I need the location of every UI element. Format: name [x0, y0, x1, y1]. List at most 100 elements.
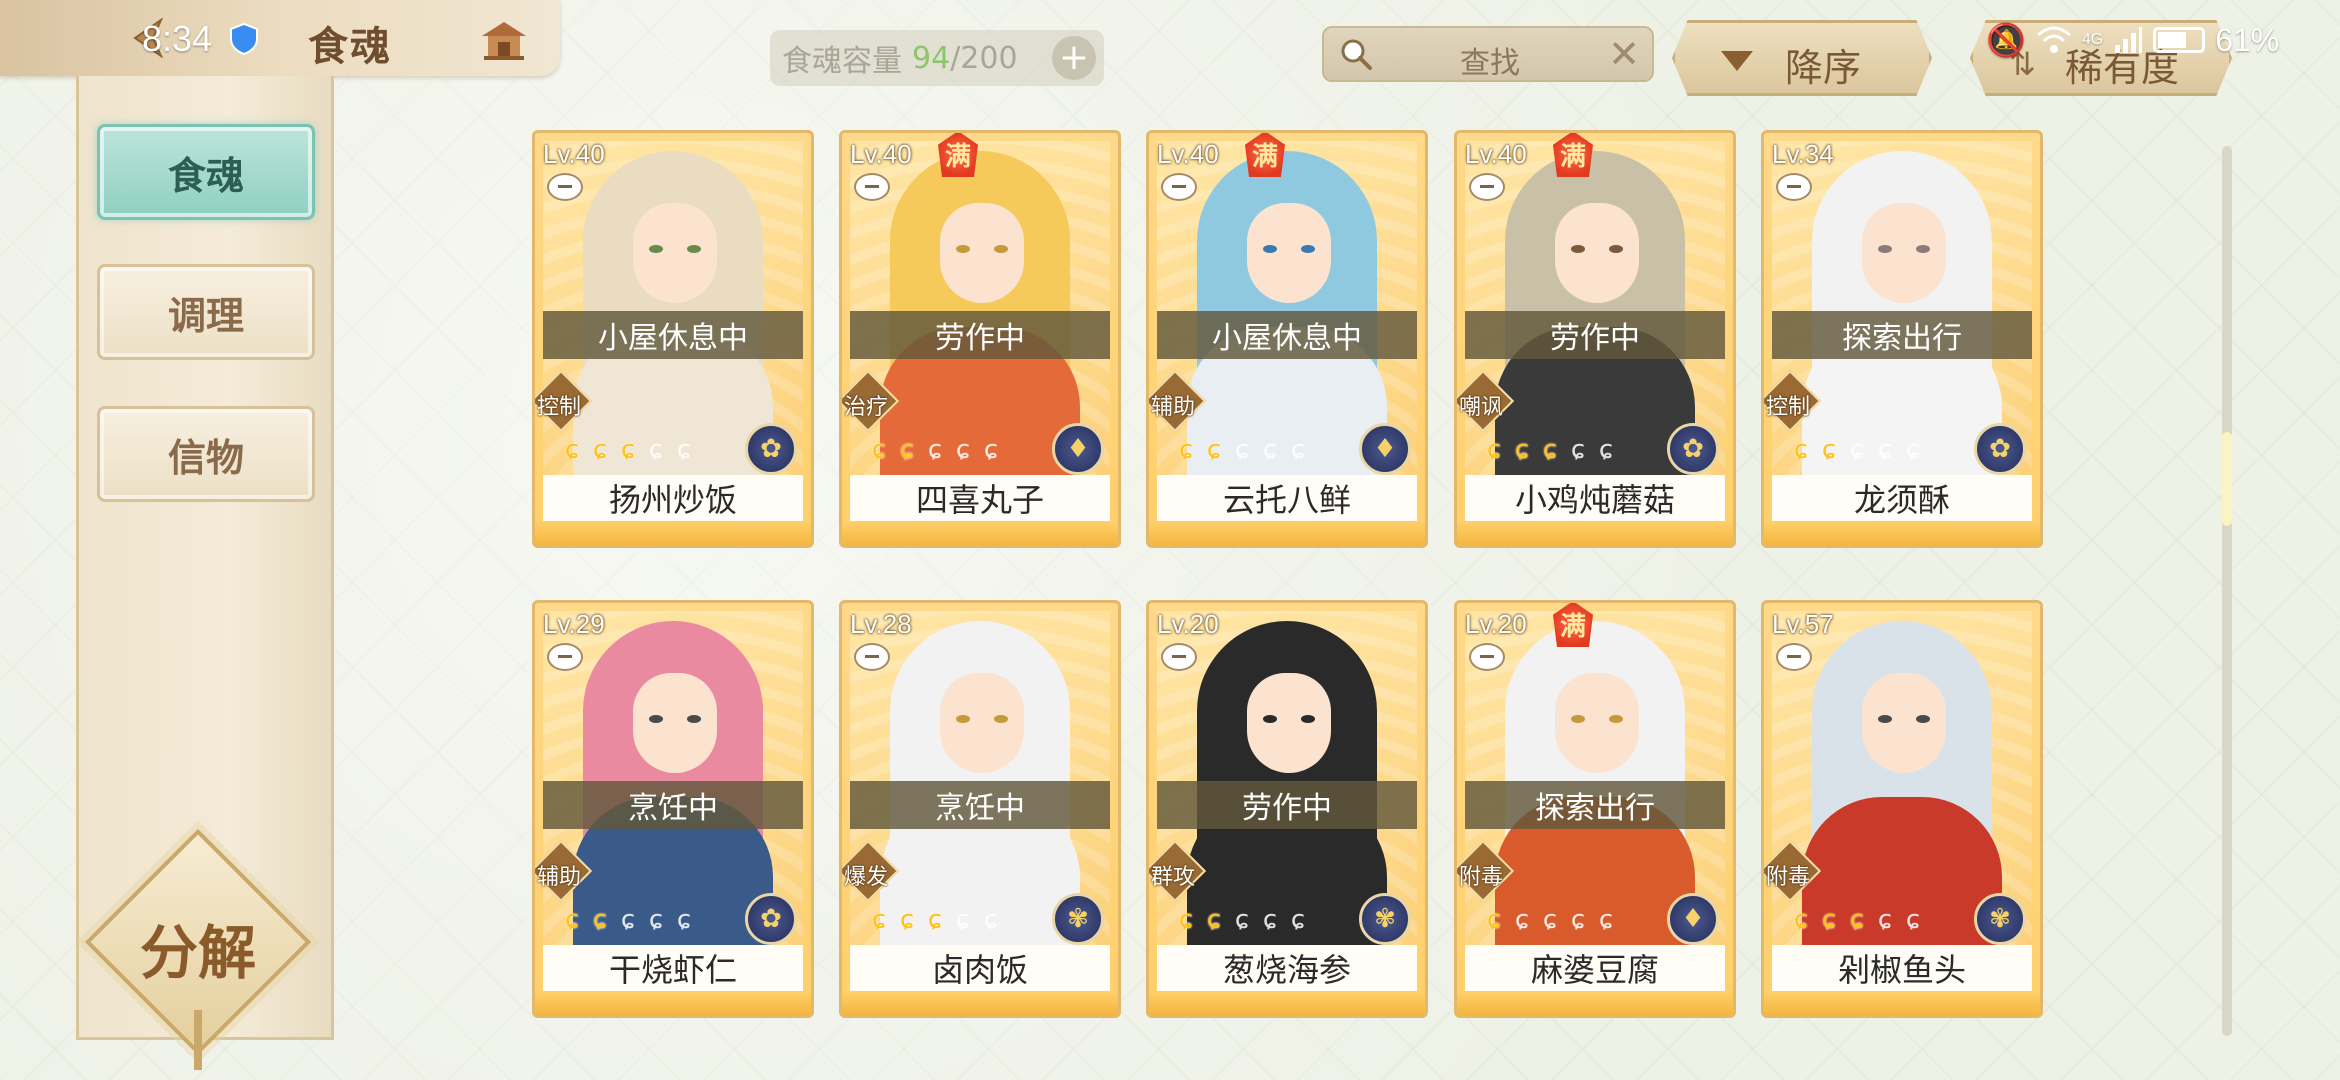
food-soul-name: 扬州炒饭: [543, 475, 803, 521]
rank-flame-icon: ɕ: [1905, 435, 1921, 465]
rank-flame-icon: ɕ: [1905, 905, 1921, 935]
rank-flame-icon: ɕ: [927, 435, 943, 465]
card-footer: [1149, 991, 1425, 1015]
food-soul-name: 小鸡炖蘑菇: [1465, 475, 1725, 521]
scroll-thumb[interactable]: [2222, 432, 2232, 526]
card-footer: [1764, 521, 2040, 545]
rank-flame-icon: ɕ: [1542, 905, 1558, 935]
tab-conditioning[interactable]: 调理: [97, 264, 315, 360]
character-face: [1862, 203, 1946, 303]
nightshade-element-icon: ✿: [1974, 423, 2026, 475]
character-eye: [1916, 245, 1930, 253]
rank-flame-icon: ɕ: [620, 435, 636, 465]
rank-flame-icon: ɕ: [1290, 435, 1306, 465]
sort-label: 降序: [1785, 46, 1862, 90]
card-footer: [842, 991, 1118, 1015]
rank-flames: ɕɕɕɕɕ: [559, 435, 697, 465]
bowl-icon: [547, 173, 583, 201]
max-level-badge: 满: [1553, 603, 1593, 647]
capacity-label: 食魂容量: [782, 44, 902, 79]
character-face: [940, 203, 1024, 303]
rank-flames: ɕɕɕɕɕ: [1788, 435, 1926, 465]
activity-status: 小屋休息中: [543, 311, 803, 359]
rank-flame-icon: ɕ: [676, 905, 692, 935]
battery-icon: [2153, 27, 2206, 53]
food-soul-card[interactable]: Lv.40 满劳作中 治疗 ɕ ɕ ɕ ɕ ɕ ♦ 四喜丸子: [839, 130, 1121, 548]
rank-flame-icon: ɕ: [927, 905, 943, 935]
house-icon[interactable]: [478, 18, 530, 62]
rank-flame-icon: ɕ: [983, 905, 999, 935]
rank-flame-icon: ɕ: [1486, 905, 1502, 935]
status-time: 8:34: [142, 18, 213, 59]
battery-percent: 61%: [2215, 21, 2280, 58]
food-soul-name: 干烧虾仁: [543, 945, 803, 991]
food-soul-card[interactable]: Lv.40 满小屋休息中 辅助 ɕ ɕ ɕ ɕ ɕ ♦ 云托八鲜: [1146, 130, 1428, 548]
character-face: [940, 673, 1024, 773]
character-eye: [649, 245, 663, 253]
food-soul-card[interactable]: Lv.20 劳作中 群攻 ɕ ɕ ɕ ɕ ɕ ✾ 葱烧海参: [1146, 600, 1428, 1018]
rank-flame-icon: ɕ: [1821, 435, 1837, 465]
rank-flame-icon: ɕ: [1793, 435, 1809, 465]
rank-flame-icon: ɕ: [592, 905, 608, 935]
activity-status: 烹饪中: [543, 781, 803, 829]
tab-food-souls[interactable]: 食魂: [97, 124, 315, 220]
sort-order-button[interactable]: 降序: [1672, 20, 1932, 96]
rank-flame-icon: ɕ: [1849, 435, 1865, 465]
rank-flame-icon: ɕ: [1206, 435, 1222, 465]
bowl-icon: [547, 643, 583, 671]
character-eye: [994, 245, 1008, 253]
scrollbar[interactable]: [2222, 146, 2232, 1036]
activity-status: 烹饪中: [850, 781, 1110, 829]
rank-flame-icon: ɕ: [1486, 435, 1502, 465]
character-eye: [1301, 715, 1315, 723]
food-soul-card[interactable]: Lv.40 小屋休息中 控制 ɕ ɕ ɕ ɕ ɕ ✿ 扬州炒饭: [532, 130, 814, 548]
character-face: [1247, 673, 1331, 773]
shield-icon: [230, 22, 258, 56]
page-title: 食魂: [308, 24, 392, 70]
search-icon: [1341, 39, 1372, 70]
food-soul-card[interactable]: Lv.34 探索出行 控制 ɕ ɕ ɕ ɕ ɕ ✿ 龙须酥: [1761, 130, 2043, 548]
level-label: Lv.28: [850, 609, 912, 639]
food-soul-card[interactable]: Lv.20 满探索出行 附毒 ɕ ɕ ɕ ɕ ɕ ♦ 麻婆豆腐: [1454, 600, 1736, 1018]
clear-search-button[interactable]: ✕: [1608, 32, 1640, 76]
rank-flame-icon: ɕ: [871, 905, 887, 935]
search-input[interactable]: 查找 ✕: [1322, 26, 1654, 82]
role-label: 爆发: [844, 865, 889, 890]
rank-flame-icon: ɕ: [564, 435, 580, 465]
rank-flame-icon: ɕ: [955, 435, 971, 465]
flame-element-icon: ♦: [1667, 893, 1719, 945]
food-soul-card[interactable]: Lv.57 附毒 ɕ ɕ ɕ ɕ ɕ ✾ 剁椒鱼头: [1761, 600, 2043, 1018]
card-footer: [1457, 991, 1733, 1015]
character-eye: [1609, 715, 1623, 723]
system-status: 🔕 4G 61%: [1986, 20, 2279, 60]
rank-flame-icon: ɕ: [899, 435, 915, 465]
tab-tokens[interactable]: 信物: [97, 406, 315, 502]
max-level-badge: 满: [938, 133, 978, 177]
mute-icon: 🔕: [1986, 22, 2026, 58]
rank-flame-icon: ɕ: [1821, 905, 1837, 935]
card-footer: [1149, 521, 1425, 545]
add-capacity-button[interactable]: +: [1052, 36, 1096, 80]
character-eye: [649, 715, 663, 723]
character-eye: [687, 245, 701, 253]
plum-element-icon: ✾: [1052, 893, 1104, 945]
character-face: [1862, 673, 1946, 773]
food-soul-card[interactable]: Lv.40 满劳作中 嘲讽 ɕ ɕ ɕ ɕ ɕ ✿ 小鸡炖蘑菇: [1454, 130, 1736, 548]
character-face: [1555, 673, 1639, 773]
character-face: [1247, 203, 1331, 303]
max-level-badge: 满: [1245, 133, 1285, 177]
food-soul-card[interactable]: Lv.29 烹饪中 辅助 ɕ ɕ ɕ ɕ ɕ ✿ 干烧虾仁: [532, 600, 814, 1018]
sort-down-icon: [1721, 51, 1753, 71]
role-label: 控制: [1766, 395, 1811, 420]
character-eye: [1263, 245, 1277, 253]
character-eye: [1609, 245, 1623, 253]
rank-flames: ɕɕɕɕɕ: [1173, 905, 1311, 935]
food-soul-card[interactable]: Lv.28 烹饪中 爆发 ɕ ɕ ɕ ɕ ɕ ✾ 卤肉饭: [839, 600, 1121, 1018]
network-type: 4G: [2081, 31, 2104, 48]
rank-flames: ɕɕɕɕɕ: [1173, 435, 1311, 465]
rank-flame-icon: ɕ: [1598, 905, 1614, 935]
food-soul-name: 剁椒鱼头: [1772, 945, 2032, 991]
rank-flames: ɕɕɕɕɕ: [559, 905, 697, 935]
bowl-icon: [854, 173, 890, 201]
bowl-icon: [1469, 173, 1505, 201]
